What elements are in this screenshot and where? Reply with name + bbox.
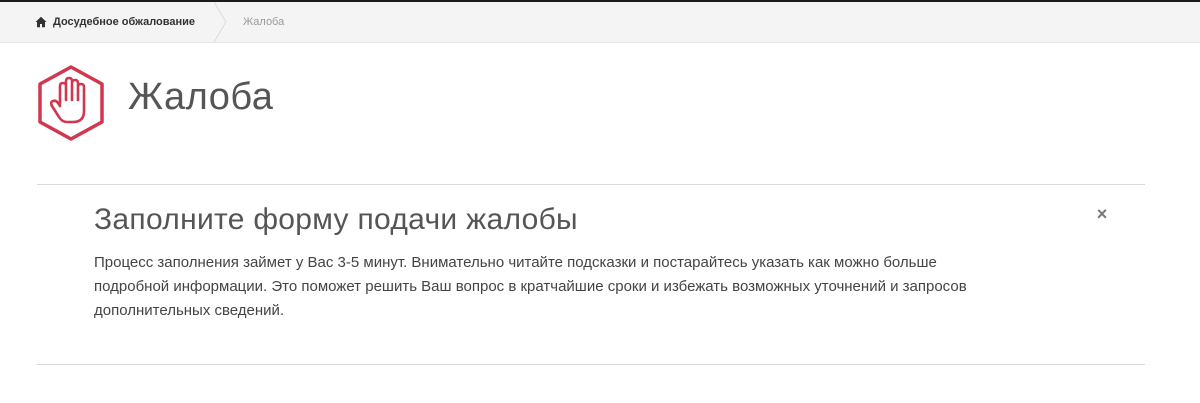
breadcrumb-home-link[interactable]: Досудебное обжалование [35,2,195,42]
breadcrumb-separator-icon [213,2,227,42]
breadcrumb: Досудебное обжалование Жалоба [0,2,1200,43]
alert-heading: Заполните форму подачи жалобы [94,203,578,236]
alert-description: Процесс заполнения займет у Вас 3-5 мину… [94,251,1124,323]
alert-bottom-divider [37,364,1145,365]
home-icon [35,16,47,28]
breadcrumb-current: Жалоба [243,16,285,28]
breadcrumb-home-label: Досудебное обжалование [53,16,196,28]
alert-top-divider [37,184,1145,185]
alert-text-line: подробной информации. Это поможет решить… [94,278,967,295]
hand-stop-icon [38,65,104,141]
alert-text-line: дополнительных сведений. [94,302,285,319]
page-title: Жалоба [128,76,274,118]
alert-text-line: Процесс заполнения займет у Вас 3-5 мину… [94,254,937,271]
close-icon[interactable]: × [1094,204,1110,224]
